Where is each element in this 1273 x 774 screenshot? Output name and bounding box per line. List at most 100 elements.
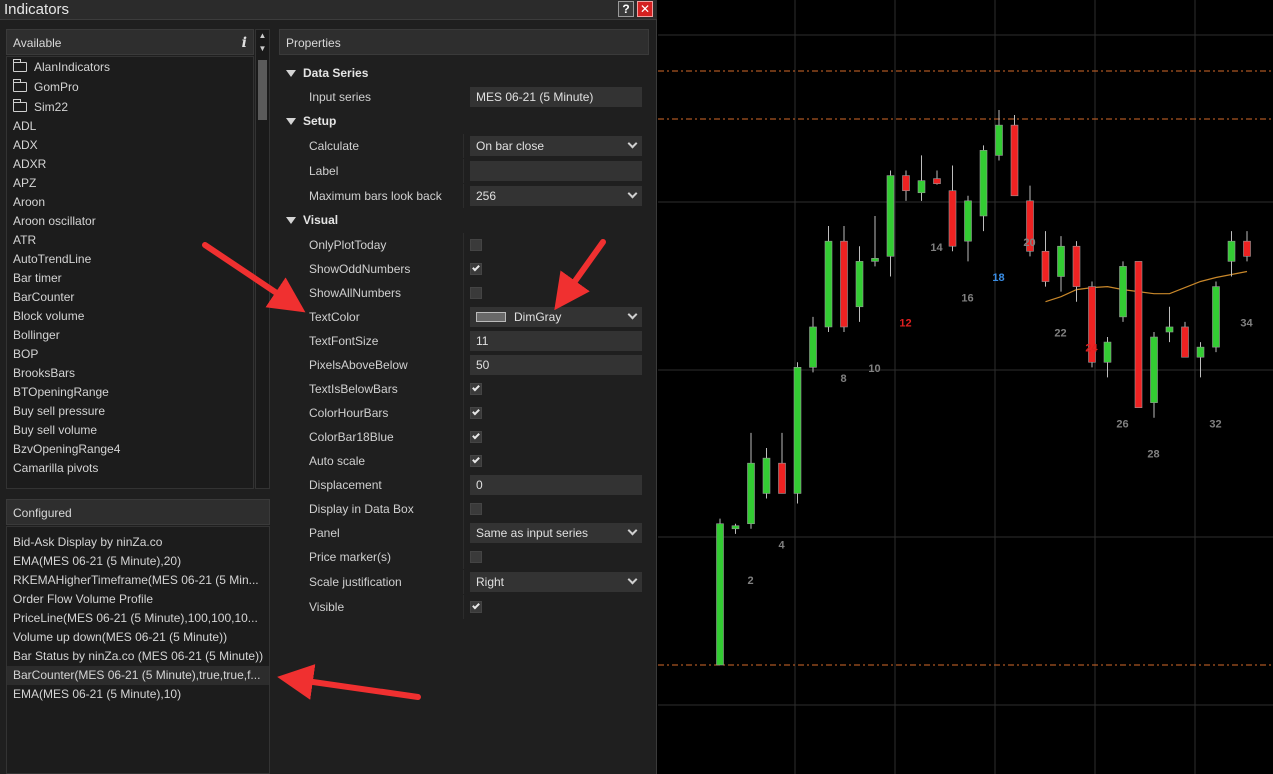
prop-panel: Panel Same as input series — [279, 521, 649, 545]
candle-body — [1227, 240, 1236, 262]
indicator-item[interactable]: Camarilla pivots — [7, 459, 253, 478]
title-bar[interactable]: Indicators ? ✕ — [0, 0, 657, 20]
indicator-item[interactable]: Buy sell volume — [7, 421, 253, 440]
prop-max-bars: Maximum bars look back 256 — [279, 184, 649, 208]
available-scrollbar[interactable]: ▲ ▼ — [255, 29, 270, 489]
indicator-item[interactable]: AutoTrendLine — [7, 250, 253, 269]
display-in-data-box-checkbox[interactable] — [470, 503, 482, 515]
indicator-item[interactable]: Buy sell pressure — [7, 402, 253, 421]
collapse-arrow-icon[interactable] — [286, 217, 296, 224]
max-bars-select[interactable]: 256 — [470, 186, 642, 206]
label-input[interactable] — [470, 161, 642, 181]
section-setup[interactable]: Setup — [279, 110, 649, 134]
indicator-item[interactable]: ADXR — [7, 155, 253, 174]
candle-body — [1119, 266, 1127, 318]
displacement-input[interactable]: 0 — [470, 475, 642, 495]
indicator-item[interactable]: ATR — [7, 231, 253, 250]
prop-displacement: Displacement 0 — [279, 473, 649, 497]
scale-justification-select[interactable]: Right — [470, 572, 642, 592]
bar-count-label: 14 — [930, 242, 943, 254]
candle-body — [1243, 240, 1251, 257]
indicator-item[interactable]: APZ — [7, 174, 253, 193]
section-visual[interactable]: Visual — [279, 209, 649, 233]
scroll-up-icon[interactable]: ▲ — [256, 30, 269, 42]
indicator-item[interactable]: BOP — [7, 345, 253, 364]
folder-item[interactable]: GomPro — [7, 77, 253, 97]
indicator-item[interactable]: Aroon — [7, 193, 253, 212]
configured-item[interactable]: PriceLine(MES 06-21 (5 Minute),100,100,1… — [7, 609, 269, 628]
candle-body — [840, 240, 848, 328]
candle-body — [809, 326, 817, 368]
prop-scale-justification: Scale justification Right — [279, 570, 649, 594]
color-hour-bars-checkbox[interactable] — [470, 407, 482, 419]
folder-icon — [13, 79, 27, 92]
section-data-series[interactable]: Data Series — [279, 62, 649, 86]
help-button[interactable]: ? — [618, 1, 634, 17]
chevron-down-icon — [627, 574, 638, 585]
auto-scale-checkbox[interactable] — [470, 455, 482, 467]
prop-visible: Visible — [279, 595, 649, 619]
close-button[interactable]: ✕ — [637, 1, 653, 17]
configured-list: Bid-Ask Display by ninZa.co EMA(MES 06-21… — [6, 526, 270, 774]
info-icon[interactable]: i — [242, 30, 247, 56]
configured-item[interactable]: EMA(MES 06-21 (5 Minute),10) — [7, 685, 269, 704]
color-bar18-blue-checkbox[interactable] — [470, 431, 482, 443]
only-plot-today-checkbox[interactable] — [470, 239, 482, 251]
configured-item[interactable]: Volume up down(MES 06-21 (5 Minute)) — [7, 628, 269, 647]
properties-grid: Data Series Input series MES 06-21 (5 Mi… — [279, 56, 649, 622]
show-odd-numbers-checkbox[interactable] — [470, 263, 482, 275]
configured-item[interactable]: RKEMAHigherTimeframe(MES 06-21 (5 Min... — [7, 571, 269, 590]
folder-item[interactable]: AlanIndicators — [7, 57, 253, 77]
indicator-item[interactable]: Aroon oscillator — [7, 212, 253, 231]
configured-title: Configured — [13, 506, 72, 520]
candle-body — [979, 150, 988, 217]
bar-count-label: 16 — [961, 292, 973, 304]
input-series-field[interactable]: MES 06-21 (5 Minute) — [470, 87, 642, 107]
visible-checkbox[interactable] — [470, 601, 482, 613]
indicator-item[interactable]: BarCounter — [7, 288, 253, 307]
window-title: Indicators — [4, 1, 70, 18]
configured-item[interactable]: Bar Status by ninZa.co (MES 06-21 (5 Min… — [7, 647, 269, 666]
calculate-select[interactable]: On bar close — [470, 136, 642, 156]
indicator-item[interactable]: ADX — [7, 136, 253, 155]
configured-item[interactable]: Bid-Ask Display by ninZa.co — [7, 533, 269, 552]
pixels-above-below-input[interactable]: 50 — [470, 355, 642, 375]
candle-body — [747, 462, 755, 525]
price-chart[interactable]: 24810121416182022242628323436 — [658, 0, 1273, 774]
indicator-item[interactable]: Block volume — [7, 307, 253, 326]
panel-select[interactable]: Same as input series — [470, 523, 642, 543]
text-color-select[interactable]: DimGray — [470, 307, 642, 327]
configured-header: Configured — [6, 499, 270, 525]
indicator-item[interactable]: ADL — [7, 117, 253, 136]
text-font-size-input[interactable]: 11 — [470, 331, 642, 351]
indicator-item[interactable]: Bar timer — [7, 269, 253, 288]
configured-item[interactable]: Order Flow Volume Profile — [7, 590, 269, 609]
candle-body — [917, 180, 926, 194]
text-is-below-bars-checkbox[interactable] — [470, 383, 482, 395]
candle-body — [1165, 326, 1174, 333]
configured-item[interactable]: BarCounter(MES 06-21 (5 Minute),true,tru… — [7, 666, 269, 685]
chart-grid — [658, 0, 1273, 774]
chevron-down-icon — [627, 138, 638, 149]
candle-body — [1041, 250, 1050, 282]
configured-item[interactable]: EMA(MES 06-21 (5 Minute),20) — [7, 552, 269, 571]
candle-body — [1196, 346, 1205, 358]
candle-body — [778, 462, 786, 494]
scroll-down-icon[interactable]: ▼ — [256, 43, 269, 55]
check-icon — [472, 383, 480, 392]
indicator-item[interactable]: BTOpeningRange — [7, 383, 253, 402]
folder-item[interactable]: Sim22 — [7, 97, 253, 117]
collapse-arrow-icon[interactable] — [286, 70, 296, 77]
scroll-thumb[interactable] — [258, 60, 267, 120]
indicators-dialog: Indicators ? ✕ Available i ▲ ▼ AlanIndic… — [0, 0, 657, 774]
candle-body — [886, 175, 895, 257]
indicator-item[interactable]: BrooksBars — [7, 364, 253, 383]
candle-body — [1150, 336, 1158, 403]
indicator-item[interactable]: Bollinger — [7, 326, 253, 345]
bar-count-label: 4 — [778, 540, 785, 552]
indicator-item[interactable]: BzvOpeningRange4 — [7, 440, 253, 459]
show-all-numbers-checkbox[interactable] — [470, 287, 482, 299]
candle-body — [762, 457, 771, 494]
collapse-arrow-icon[interactable] — [286, 118, 296, 125]
price-marker-checkbox[interactable] — [470, 551, 482, 563]
